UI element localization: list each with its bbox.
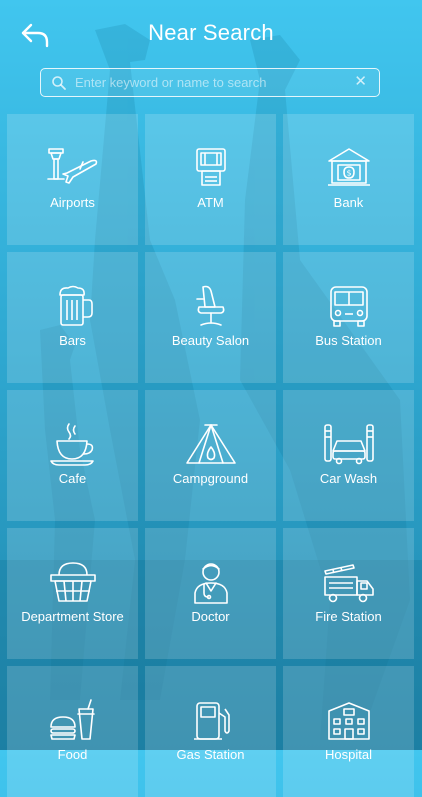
category-label: Gas Station xyxy=(176,747,245,762)
category-tile-bank[interactable]: $ Bank xyxy=(283,114,414,245)
category-label: Beauty Salon xyxy=(171,333,250,348)
beer-mug-icon xyxy=(59,285,93,326)
category-label: Bus Station xyxy=(315,333,382,348)
search-icon xyxy=(52,76,66,90)
page-title: Near Search xyxy=(148,20,274,45)
car-wash-icon xyxy=(324,424,374,465)
category-label: Campground xyxy=(172,471,249,486)
svg-text:$: $ xyxy=(346,169,351,178)
salon-chair-icon xyxy=(196,285,225,326)
bank-icon: $ xyxy=(328,148,370,186)
category-grid: Airports ATM $ Bank Bars Beauty Salon Bu… xyxy=(7,114,415,797)
fuel-pump-icon xyxy=(194,702,230,740)
category-tile-cafe[interactable]: Cafe xyxy=(7,390,138,521)
shopping-basket-icon xyxy=(50,562,96,602)
category-tile-airports[interactable]: Airports xyxy=(7,114,138,245)
category-label: ATM xyxy=(197,195,224,210)
fast-food-icon xyxy=(50,699,95,740)
category-tile-bars[interactable]: Bars xyxy=(7,252,138,383)
category-label: Cafe xyxy=(58,471,87,486)
search-input[interactable] xyxy=(75,69,345,95)
category-tile-department-store[interactable]: Department Store xyxy=(7,528,138,659)
category-tile-gas-station[interactable]: Gas Station xyxy=(145,666,276,797)
category-tile-food[interactable]: Food xyxy=(7,666,138,797)
bus-icon xyxy=(330,286,368,327)
search-bar: ✕ xyxy=(40,68,380,97)
category-label: Airports xyxy=(50,195,95,210)
category-tile-car-wash[interactable]: Car Wash xyxy=(283,390,414,521)
category-label: Fire Station xyxy=(315,609,382,624)
category-tile-bus-station[interactable]: Bus Station xyxy=(283,252,414,383)
coffee-cup-icon xyxy=(50,423,94,466)
category-label: Car Wash xyxy=(319,471,378,486)
category-label: Bank xyxy=(333,195,364,210)
category-tile-fire-station[interactable]: Fire Station xyxy=(283,528,414,659)
category-label: Doctor xyxy=(191,609,230,624)
category-label: Bars xyxy=(59,333,86,348)
category-label: Food xyxy=(57,747,88,762)
category-tile-atm[interactable]: ATM xyxy=(145,114,276,245)
header: Near Search xyxy=(0,0,422,68)
category-tile-campground[interactable]: Campground xyxy=(145,390,276,521)
category-label: Hospital xyxy=(325,747,372,762)
atm-icon xyxy=(196,148,226,186)
category-label: Department Store xyxy=(21,609,124,624)
category-tile-beauty-salon[interactable]: Beauty Salon xyxy=(145,252,276,383)
hospital-icon xyxy=(328,702,370,740)
fire-truck-icon xyxy=(324,564,374,603)
doctor-icon xyxy=(194,563,228,604)
clear-search-icon[interactable]: ✕ xyxy=(354,74,367,90)
airport-icon xyxy=(47,148,98,184)
category-tile-doctor[interactable]: Doctor xyxy=(145,528,276,659)
tent-icon xyxy=(186,424,236,464)
category-tile-hospital[interactable]: Hospital xyxy=(283,666,414,797)
